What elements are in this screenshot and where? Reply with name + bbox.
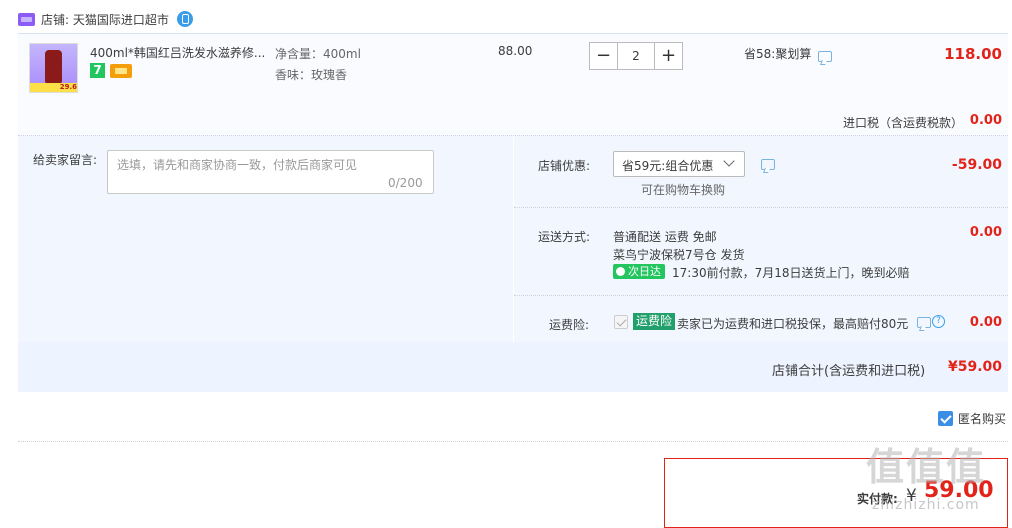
insurance-badge: 运费险 (633, 313, 676, 330)
spec-volume: 净含量：400ml (275, 47, 361, 61)
tax-value: 0.00 (969, 113, 1002, 128)
product-bottle (45, 50, 62, 84)
help-icon[interactable]: ? (932, 315, 945, 328)
chat-icon[interactable] (917, 317, 931, 328)
next-day-badge: 次日达 (613, 264, 665, 279)
store-discount-label: 店铺优惠: (538, 159, 591, 173)
shop-total-label: 店铺合计(含运费和进口税) (772, 364, 926, 379)
spec-scent: 香味：玫瑰香 (275, 68, 348, 82)
shop-header: 店铺: 天猫国际进口超市 (18, 10, 193, 28)
checkbox-icon[interactable] (937, 411, 953, 426)
insurance-value: 0.00 (969, 315, 1002, 330)
product-tag-price: 29.6 (59, 83, 77, 91)
item-subtotal: 118.00 (944, 45, 1002, 63)
shipping-section (514, 208, 1008, 296)
qty-minus-button[interactable]: − (589, 42, 618, 70)
store-discount-hint: 可在购物车换购 (641, 183, 726, 197)
insurance-checkbox (614, 315, 628, 329)
shipping-eta: 17:30前付款，7月18日送货上门，晚到必赔 (672, 266, 910, 280)
watermark-logo: 值值值 (866, 445, 987, 489)
chat-icon[interactable] (761, 159, 775, 170)
separator (18, 441, 1008, 442)
product-title[interactable]: 400ml*韩国红吕洗发水滋养修... (90, 44, 265, 61)
chat-icon[interactable] (818, 51, 832, 62)
store-discount-value: -59.00 (951, 157, 1002, 173)
product-image[interactable]: 29.6 (29, 43, 78, 93)
shipping-label: 运送方式: (538, 230, 591, 244)
verified-badge-icon[interactable] (176, 11, 193, 27)
tax-label: 进口税（含运费税款） (843, 116, 964, 130)
watermark-url: zhizhizhi.com (872, 497, 980, 513)
shipping-warehouse: 菜鸟宁波保税7号仓 发货 (613, 248, 745, 262)
unit-price: 88.00 (498, 44, 533, 58)
item-discount: 省58:聚划算 (744, 47, 812, 61)
insurance-label: 运费险: (549, 318, 590, 332)
qty-input[interactable]: 2 (618, 42, 654, 70)
quantity-stepper: − 2 + (589, 42, 683, 70)
shipping-method: 普通配送 运费 免邮 (613, 230, 717, 244)
divider (513, 137, 514, 342)
message-char-count: 0/200 (388, 176, 423, 190)
shipping-value: 0.00 (969, 225, 1002, 240)
seven-day-return-icon: 7 (90, 63, 105, 78)
message-placeholder: 选填，请先和商家协商一致，付款后商家可见 (117, 158, 358, 172)
qty-plus-button[interactable]: + (654, 42, 683, 70)
credit-card-icon (110, 64, 132, 78)
shop-icon (18, 12, 35, 26)
shop-name[interactable]: 店铺: 天猫国际进口超市 (41, 11, 169, 28)
product-price-tag: 29.6 (30, 83, 77, 92)
anonymous-label[interactable]: 匿名购买 (958, 410, 1006, 427)
shop-total-value: ¥59.00 (947, 359, 1002, 375)
store-discount-selected: 省59元:组合优惠 (622, 159, 714, 173)
insurance-text: 卖家已为运费和进口税投保，最高赔付80元 (677, 317, 909, 331)
anonymous-purchase[interactable]: 匿名购买 (937, 410, 1006, 427)
message-label: 给卖家留言: (33, 153, 98, 167)
